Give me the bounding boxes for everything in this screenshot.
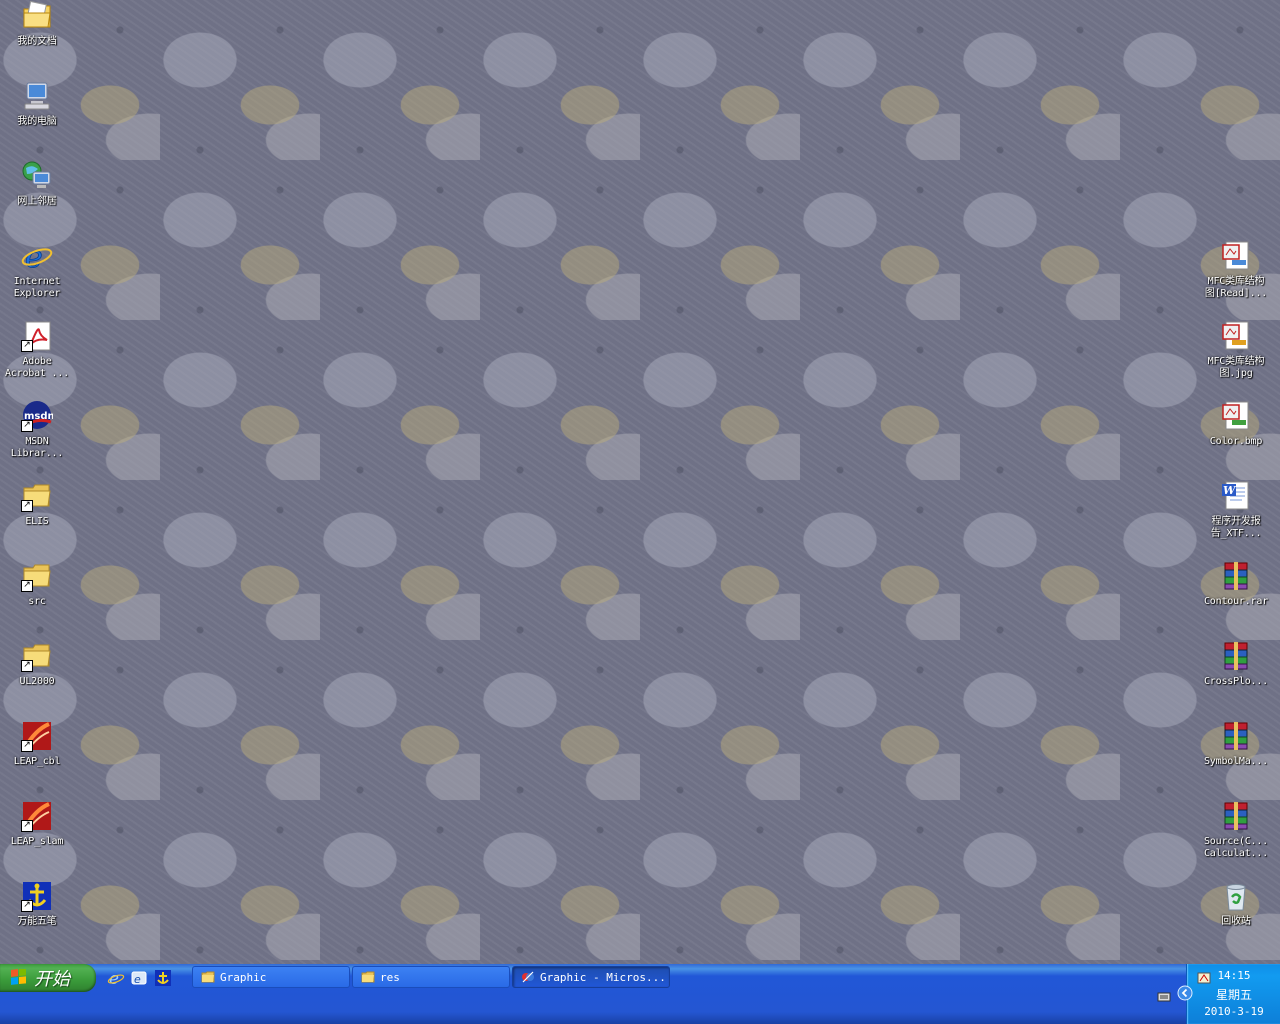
svg-text:W: W [1223,484,1237,497]
tray-clock-date: 2010-3-19 [1204,1005,1264,1018]
winrar-archive-icon [1220,800,1252,832]
recycle-bin-icon [1220,880,1252,912]
desktop-icon-color-bmp[interactable]: Color.bmp [1199,400,1273,448]
internet-explorer-icon: e [21,240,53,275]
desktop-icon-src[interactable]: ↗ src [0,560,74,608]
desktop-icon-adobe-acrobat[interactable]: ↗ Adobe Acrobat ... [0,320,74,380]
desktop-icon-label: MFC类库结构 图[Read]... [1204,276,1268,299]
image-file-icon [1220,240,1252,272]
desktop-icon-label: CrossPlo... [1203,676,1269,687]
desktop-icon-label: SymbolMa... [1203,756,1269,767]
desktop-icon-recycle-bin[interactable]: 回收站 [1199,880,1273,928]
desktop-icon-label: LEAP_cbl [13,756,61,767]
desktop-icon-my-documents[interactable]: 我的文档 [0,0,74,48]
desktop-icon-mfc-read[interactable]: MFC类库结构 图[Read]... [1199,240,1273,300]
desktop-icon-internet-explorer[interactable]: e Internet Explorer [0,240,74,300]
keyboard-icon[interactable] [1157,988,1171,1002]
shortcut-arrow-icon: ↗ [21,900,33,912]
system-tray: 14:15 星期五 2010-3-19 [1157,964,1280,1024]
desktop-icon-label: Color.bmp [1209,436,1263,447]
desktop-icon-label: MFC类库结构 图.jpg [1207,356,1265,379]
image-file-icon [1220,400,1252,432]
word-document-icon: W [1220,480,1252,512]
desktop-icon-label: Internet Explorer [13,276,61,299]
taskbar-button-res-folder[interactable]: res [352,966,510,988]
taskbar-button-label: Graphic [220,970,267,984]
shortcut-arrow-icon: ↗ [21,580,33,592]
shortcut-arrow-icon: ↗ [21,820,33,832]
taskbar-button-graphic-visual-studio[interactable]: Graphic - Micros... [512,966,670,988]
tray-clock-time[interactable]: 14:15 [1187,969,1280,982]
desktop-icon-wanneng-wubi[interactable]: ↗ 万能五笔 [0,880,74,928]
leap-app-icon: ↗ [21,800,53,832]
folder-icon [361,970,375,984]
winrar-archive-icon [1220,720,1252,752]
leap-app-icon: ↗ [21,720,53,752]
quick-launch-internet-explorer-icon[interactable]: e [107,969,125,989]
desktop-icon-label: Contour.rar [1203,596,1269,607]
desktop-icon-my-computer[interactable]: 我的电脑 [0,80,74,128]
visual-studio-icon [521,970,535,984]
shortcut-arrow-icon: ↗ [21,340,33,352]
desktop-icon-label: ELIS [25,516,49,527]
quick-launch-wanneng-wubi-icon[interactable] [154,969,172,987]
desktop-icon-symbolma-rar[interactable]: SymbolMa... [1199,720,1273,768]
taskbar-button-label: res [380,970,400,984]
svg-text:e: e [134,973,141,986]
winrar-archive-icon [1220,560,1252,592]
folder-icon: ↗ [21,640,53,672]
windows-logo-icon [10,968,28,987]
my-documents-icon [21,0,53,32]
desktop-icon-label: 网上邻居 [17,196,57,207]
tray-clock-weekday: 星期五 [1215,988,1252,1002]
desktop-icon-label: 我的文档 [17,36,57,47]
taskbar-button-graphic-folder[interactable]: Graphic [192,966,350,988]
image-file-icon [1220,320,1252,352]
desktop-icon-label: MSDN Librar... [10,436,64,459]
desktop-icon-msdn-library[interactable]: msdn ↗ MSDN Librar... [0,400,74,460]
adobe-acrobat-icon: ↗ [21,320,53,352]
desktop-icon-leap-cbl[interactable]: ↗ LEAP_cbl [0,720,74,768]
folder-icon: ↗ [21,560,53,592]
desktop-icon-label: LEAP_slam [10,836,64,847]
winrar-archive-icon [1220,640,1252,672]
desktop-icon-label: src [28,596,46,607]
desktop-icon-ul2000[interactable]: ↗ UL2000 [0,640,74,688]
my-computer-icon [21,80,53,112]
folder-icon: ↗ [21,480,53,512]
desktop-icon-mfc-jpg[interactable]: MFC类库结构 图.jpg [1199,320,1273,380]
start-label: 开始 [34,969,70,990]
desktop-icon-crossplot-rar[interactable]: CrossPlo... [1199,640,1273,688]
desktop-icon-elis[interactable]: ↗ ELIS [0,480,74,528]
shortcut-arrow-icon: ↗ [21,420,33,432]
desktop-icon-network-places[interactable]: 网上邻居 [0,160,74,208]
desktop-icon-label: Source(C... Calculat... [1203,836,1269,859]
desktop-icon-label: Adobe Acrobat ... [4,356,70,379]
taskbar-button-label: Graphic - Micros... [540,970,666,984]
shortcut-arrow-icon: ↗ [21,740,33,752]
shortcut-arrow-icon: ↗ [21,500,33,512]
start-button[interactable]: 开始 [0,964,96,992]
shortcut-arrow-icon: ↗ [21,660,33,672]
desktop-icon-contour-rar[interactable]: Contour.rar [1199,560,1273,608]
quick-launch-outlook-express-icon[interactable]: e [130,969,148,987]
wanneng-wubi-icon: ↗ [21,880,53,912]
desktop-icon-leap-slam[interactable]: ↗ LEAP_slam [0,800,74,848]
folder-icon [201,970,215,984]
desktop-icon-label: 回收站 [1221,916,1251,927]
desktop: 我的文档 我的电脑 网上邻居 e Internet Explorer ↗ Ado… [0,0,1280,964]
desktop-icon-label: UL2000 [19,676,55,687]
desktop-icon-label: 程序开发报 告_XTF... [1210,516,1262,539]
msdn-library-icon: msdn ↗ [21,400,55,432]
desktop-icon-label: 万能五笔 [17,916,57,927]
taskbar: 开始 e e Graphic res Graphic - Micros... 1… [0,964,1280,1024]
desktop-icon-source-rar[interactable]: Source(C... Calculat... [1199,800,1273,860]
desktop-icon-label: 我的电脑 [17,116,57,127]
network-places-icon [21,160,53,192]
desktop-icon-program-report[interactable]: W 程序开发报 告_XTF... [1199,480,1273,540]
